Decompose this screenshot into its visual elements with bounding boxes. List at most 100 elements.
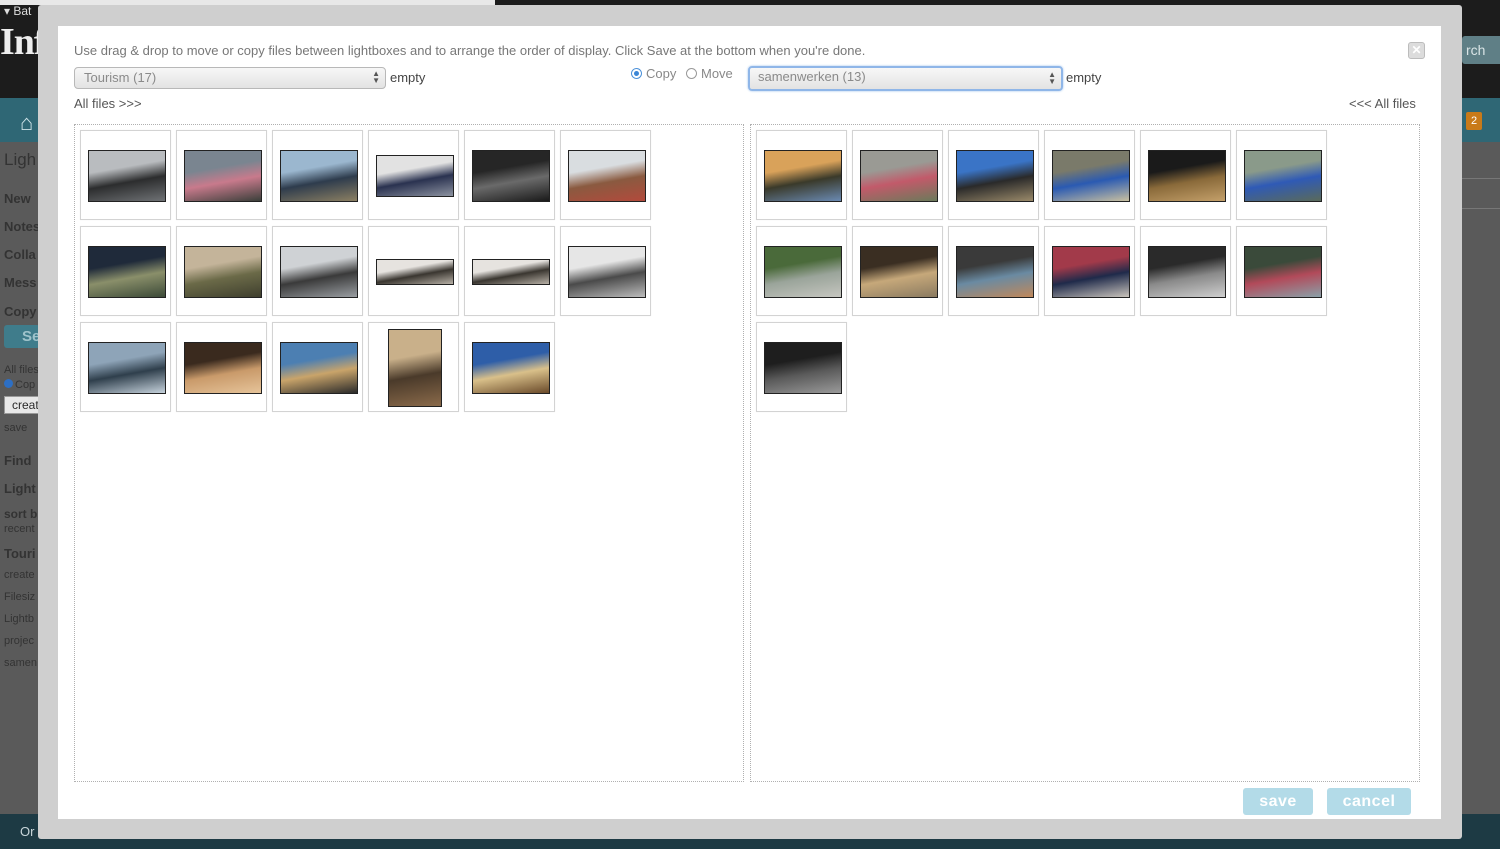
sidebar-new: New [4, 191, 31, 206]
right-thumbnail-tile[interactable] [1140, 226, 1231, 316]
photo-thumbnail [956, 150, 1034, 202]
sidebar-created: create [4, 569, 35, 581]
photo-thumbnail [568, 246, 646, 298]
copy-radio-label: Copy [646, 66, 677, 81]
photo-thumbnail [388, 329, 442, 407]
photo-thumbnail [184, 150, 262, 202]
sidebar-copy-radio-label: Cop [15, 379, 36, 391]
left-all-files-link[interactable]: All files >>> [74, 96, 142, 111]
right-thumbnail-tile[interactable] [756, 226, 847, 316]
app-sidebar: Ligh New Notes Colla Mess Copy Se All fi… [0, 142, 40, 814]
left-thumbnail-tile[interactable] [176, 226, 267, 316]
photo-thumbnail [280, 246, 358, 298]
left-empty-link[interactable]: empty [390, 70, 425, 85]
move-radio-label: Move [700, 66, 733, 81]
right-thumbnail-tile[interactable] [948, 226, 1039, 316]
left-thumbnail-tile[interactable] [176, 130, 267, 220]
left-lightbox-select-value: Tourism (17) [84, 70, 157, 85]
footer-text: Or [20, 824, 35, 839]
divider [1462, 178, 1500, 179]
left-thumbnail-tile[interactable] [272, 226, 363, 316]
sidebar-filesize: Filesiz [4, 591, 36, 603]
sidebar-lightbox: Light [4, 481, 36, 496]
right-thumbnail-tile[interactable] [1140, 130, 1231, 220]
left-thumbnail-tile[interactable] [368, 130, 459, 220]
divider [1462, 208, 1500, 209]
left-thumbnail-tile[interactable] [560, 130, 651, 220]
right-thumbnail-tile[interactable] [1044, 130, 1135, 220]
right-thumbnail-tile[interactable] [1236, 130, 1327, 220]
close-icon: ✕ [1411, 43, 1422, 57]
photo-thumbnail [88, 246, 166, 298]
copy-radio[interactable] [631, 68, 642, 79]
left-thumbnail-tile[interactable] [80, 226, 171, 316]
photo-thumbnail [860, 150, 938, 202]
right-empty-link[interactable]: empty [1066, 70, 1101, 85]
photo-thumbnail [1244, 246, 1322, 298]
left-thumbnail-tile[interactable] [80, 130, 171, 220]
photo-thumbnail [1244, 150, 1322, 202]
left-thumbnail-tile[interactable] [176, 322, 267, 412]
sidebar-select-button: Se [4, 325, 40, 348]
sidebar-sort-by: sort b [4, 507, 38, 521]
select-arrows-icon: ▲ ▼ [1048, 70, 1056, 86]
photo-thumbnail [956, 246, 1034, 298]
left-thumbnail-tile[interactable] [80, 322, 171, 412]
sidebar-collab: Colla [4, 247, 36, 262]
radio-icon [4, 379, 13, 388]
right-thumbnail-tile[interactable] [756, 322, 847, 412]
right-thumbnail-tile[interactable] [852, 130, 943, 220]
cancel-button[interactable]: cancel [1327, 788, 1411, 815]
right-thumbnail-tile[interactable] [756, 130, 847, 220]
photo-thumbnail [1148, 246, 1226, 298]
menu-label: Bat [13, 4, 32, 18]
right-thumbnail-tile[interactable] [852, 226, 943, 316]
sidebar-notes: Notes [4, 219, 40, 234]
triangle-down-icon: ▾ [4, 4, 11, 18]
photo-thumbnail [568, 150, 646, 202]
left-lightbox-pane[interactable] [74, 124, 744, 782]
sidebar-heading: Ligh [4, 150, 37, 169]
photo-thumbnail [764, 342, 842, 394]
photo-thumbnail [1052, 246, 1130, 298]
right-thumbnail-tile[interactable] [948, 130, 1039, 220]
photo-thumbnail [280, 150, 358, 202]
left-lightbox-select[interactable]: Tourism (17) ▲ ▼ [74, 67, 386, 89]
sidebar-create-input: creat [4, 396, 40, 414]
right-lightbox-pane[interactable] [750, 124, 1420, 782]
photo-thumbnail [472, 259, 550, 285]
right-thumbnail-tile[interactable] [1236, 226, 1327, 316]
left-thumbnail-tile[interactable] [464, 130, 555, 220]
search-button: rch [1462, 36, 1500, 64]
photo-thumbnail [376, 155, 454, 197]
select-arrows-icon: ▲ ▼ [372, 69, 380, 85]
save-button[interactable]: save [1243, 788, 1313, 815]
photo-thumbnail [184, 246, 262, 298]
menu-toggle: ▾ Bat [4, 4, 31, 18]
sidebar-recent: recent [4, 523, 35, 535]
lightbox-organizer-dialog: Use drag & drop to move or copy files be… [38, 5, 1462, 839]
left-thumbnail-tile[interactable] [368, 226, 459, 316]
right-lightbox-select-value: samenwerken (13) [758, 69, 866, 84]
sidebar-save: save [4, 422, 28, 434]
instructions-text: Use drag & drop to move or copy files be… [74, 43, 866, 58]
left-thumbnail-tile[interactable] [464, 322, 555, 412]
sidebar-find: Find [4, 453, 32, 468]
move-radio[interactable] [685, 68, 697, 79]
photo-thumbnail [860, 246, 938, 298]
right-all-files-link[interactable]: <<< All files [1349, 96, 1416, 111]
left-thumbnail-tile[interactable] [464, 226, 555, 316]
left-thumbnail-tile[interactable] [368, 322, 459, 412]
sidebar-project: projec [4, 635, 34, 647]
right-lightbox-select[interactable]: samenwerken (13) ▲ ▼ [748, 66, 1063, 91]
photo-thumbnail [764, 150, 842, 202]
photo-thumbnail [1148, 150, 1226, 202]
left-thumbnail-tile[interactable] [560, 226, 651, 316]
right-thumbnail-tile[interactable] [1044, 226, 1135, 316]
left-thumbnail-tile[interactable] [272, 322, 363, 412]
photo-thumbnail [88, 342, 166, 394]
left-thumbnail-tile[interactable] [272, 130, 363, 220]
sidebar-samen: samen [4, 657, 38, 669]
close-button[interactable]: ✕ [1408, 42, 1425, 59]
photo-thumbnail [184, 342, 262, 394]
